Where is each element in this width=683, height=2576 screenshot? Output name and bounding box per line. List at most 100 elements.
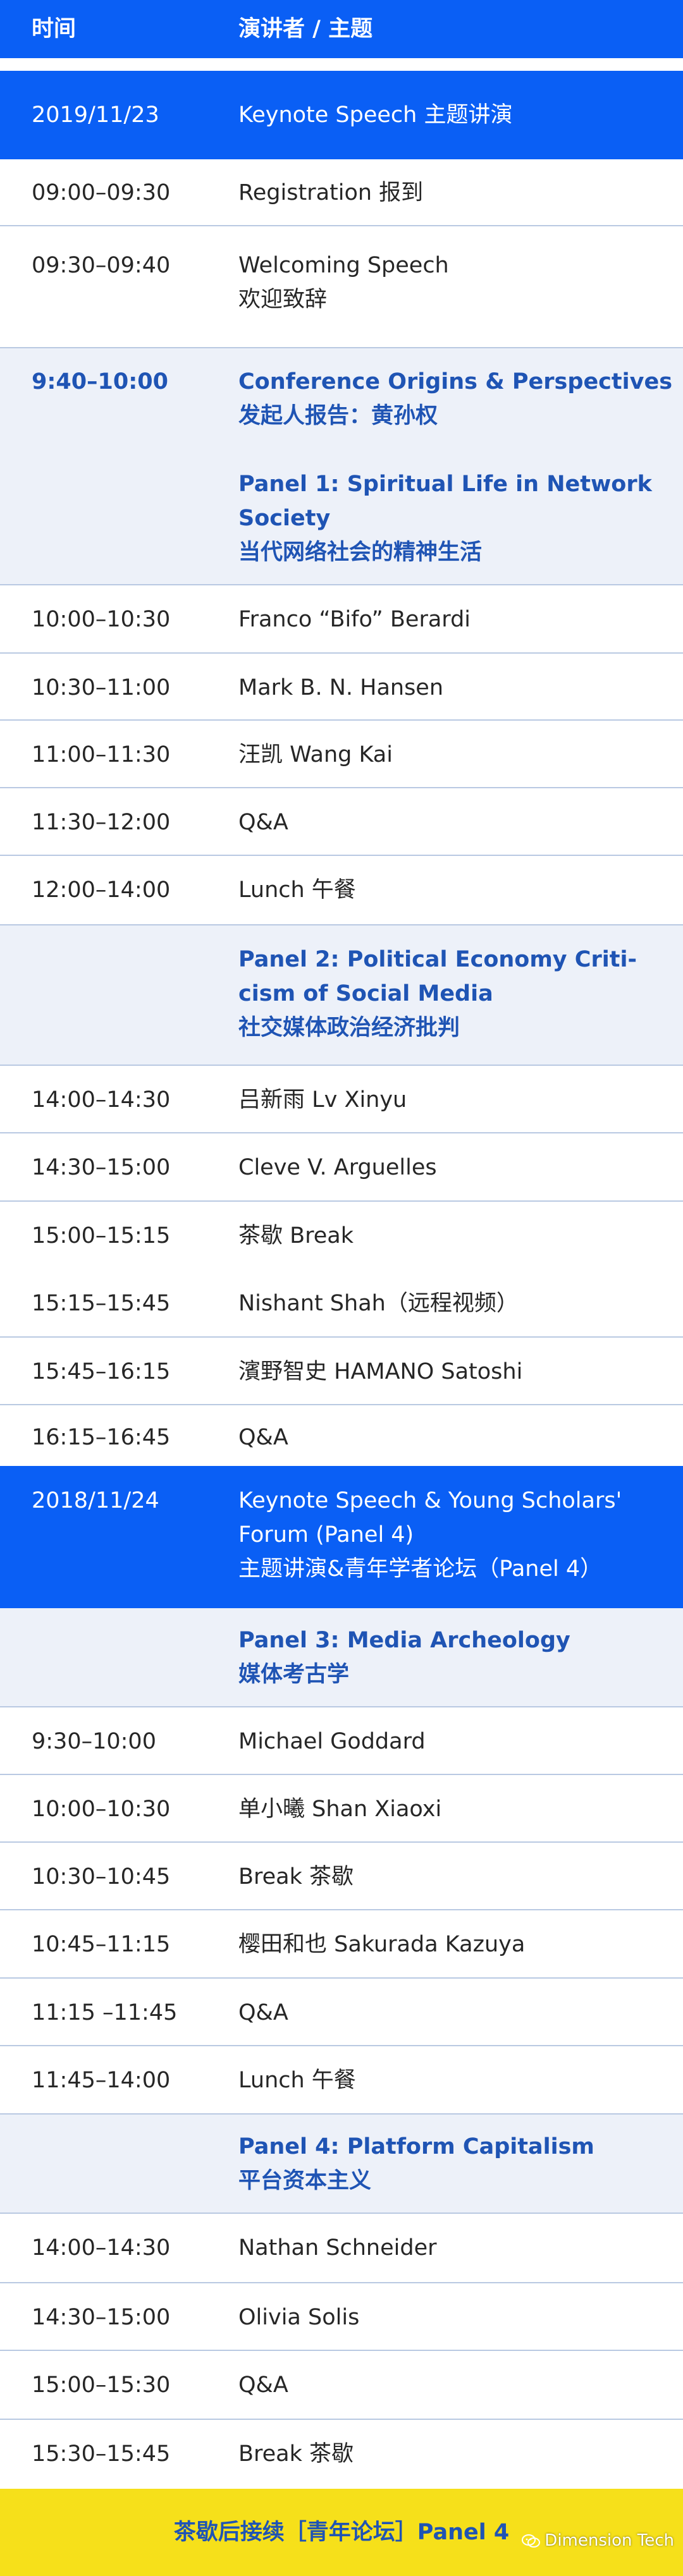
table-row: 15:45–16:15 濱野智史 HAMANO Satoshi (0, 1338, 683, 1405)
row-line: 汪凯 Wang Kai (238, 742, 393, 767)
row-time: 14:30–15:00 (32, 2305, 171, 2330)
table-row: 16:15–16:45 Q&A (0, 1405, 683, 1466)
row-line: Conference Origins & Perspectives (238, 369, 673, 394)
row-time: 15:15–15:45 (32, 1291, 171, 1316)
row-line: 媒体考古学 (238, 1662, 350, 1687)
row-speaker-topic: Mark B. N. Hansen (238, 671, 662, 705)
table-row: 09:00–09:30 Registration 报到 (0, 159, 683, 226)
row-time: 15:30–15:45 (32, 2441, 171, 2467)
row-line: Q&A (238, 810, 288, 835)
row-line: Nathan Schneider (238, 2235, 437, 2261)
row-line: Olivia Solis (238, 2305, 360, 2330)
row-line: Nishant Shah（远程视频） (238, 1291, 519, 1316)
row-speaker-topic: Keynote Speech 主题讲演 (238, 98, 662, 132)
row-line: Break 茶歇 (238, 2441, 354, 2467)
table-row: 12:00–14:00 Lunch 午餐 (0, 856, 683, 925)
row-speaker-topic: 单小曦 Shan Xiaoxi (238, 1792, 662, 1826)
row-speaker-topic: Cleve V. Arguelles (238, 1151, 662, 1185)
header-speaker-topic: 演讲者 / 主题 (238, 16, 373, 42)
row-time: 12:00–14:00 (32, 877, 171, 903)
table-row: 15:15–15:45 Nishant Shah（远程视频） (0, 1269, 683, 1338)
row-speaker-topic: Olivia Solis (238, 2300, 662, 2335)
row-line (238, 433, 662, 467)
table-row: 15:30–15:45 Break 茶歇 (0, 2420, 683, 2489)
row-line: 濱野智史 HAMANO Satoshi (238, 1359, 523, 1384)
row-speaker-topic: 汪凯 Wang Kai (238, 738, 662, 772)
row-time: 15:45–16:15 (32, 1359, 171, 1384)
row-speaker-topic: Q&A (238, 1996, 662, 2030)
row-time: 15:00–15:30 (32, 2372, 171, 2398)
row-speaker-topic: 吕新雨 Lv Xinyu (238, 1083, 662, 1117)
row-time: 16:15–16:45 (32, 1425, 171, 1450)
row-speaker-topic: Lunch 午餐 (238, 2063, 662, 2097)
row-speaker-topic: Panel 3: Media Archeology 媒体考古学 (238, 1623, 662, 1692)
table-row: 9:40–10:00 Conference Origins & Perspecti… (0, 348, 683, 585)
row-time: 09:00–09:30 (32, 180, 171, 205)
row-speaker-topic: Panel 4: Platform Capitalism 平台资本主义 (238, 2130, 662, 2198)
row-speaker-topic: 茶歇 Break (238, 1219, 662, 1253)
row-time: 14:30–15:00 (32, 1155, 171, 1180)
table-row: 14:00–14:30 吕新雨 Lv Xinyu (0, 1066, 683, 1133)
row-speaker-topic: Break 茶歇 (238, 2437, 662, 2471)
row-line: Panel 3: Media Archeology (238, 1628, 570, 1653)
table-row: 11:15 –11:45 Q&A (0, 1979, 683, 2046)
row-time: 11:30–12:00 (32, 810, 171, 835)
row-time: 9:40–10:00 (32, 369, 168, 394)
table-row: 2019/11/23 Keynote Speech 主题讲演 (0, 71, 683, 159)
table-row: 14:30–15:00 Cleve V. Arguelles (0, 1133, 683, 1202)
row-speaker-topic: Nishant Shah（远程视频） (238, 1286, 662, 1321)
header-gap (0, 58, 683, 71)
row-line: Q&A (238, 2372, 288, 2398)
row-line: 当代网络社会的精神生活 (238, 540, 483, 565)
row-time: 10:00–10:30 (32, 607, 171, 632)
row-line: Cleve V. Arguelles (238, 1155, 437, 1180)
row-line: Welcoming Speech (238, 253, 449, 278)
row-line: 发起人报告：黄孙权 (238, 403, 438, 429)
row-speaker-topic: Q&A (238, 1420, 662, 1455)
row-line: 樱田和也 Sakurada Kazuya (238, 1932, 526, 1957)
row-line: 欢迎致辞 (238, 287, 328, 312)
row-speaker-topic: Lunch 午餐 (238, 873, 662, 907)
row-line: Keynote Speech & Young Scholars' (238, 1488, 622, 1513)
row-line: Q&A (238, 2000, 288, 2025)
row-time: 11:45–14:00 (32, 2068, 171, 2093)
table-row: 10:30–11:00 Mark B. N. Hansen (0, 654, 683, 721)
row-time: 2019/11/23 (32, 102, 159, 128)
row-time: 14:00–14:30 (32, 1087, 171, 1113)
row-line: Lunch 午餐 (238, 877, 356, 903)
table-row: 9:30–10:00 Michael Goddard (0, 1707, 683, 1775)
table-row: Panel 4: Platform Capitalism 平台资本主义 (0, 2115, 683, 2214)
row-line: 茶歇 Break (238, 1223, 354, 1248)
row-speaker-topic: Franco “Bifo” Berardi (238, 602, 662, 637)
row-speaker-topic: Break 茶歇 (238, 1860, 662, 1894)
table-row: 10:30–10:45 Break 茶歇 (0, 1843, 683, 1910)
header-time: 时间 (32, 16, 77, 42)
row-speaker-topic: Registration 报到 (238, 176, 662, 210)
table-row: 10:45–11:15 樱田和也 Sakurada Kazuya (0, 1910, 683, 1979)
table-row: 2018/11/24 Keynote Speech & Young Scholar… (0, 1466, 683, 1608)
watermark-text: Dimension Tech (545, 2531, 674, 2550)
row-line: Michael Goddard (238, 1729, 426, 1754)
row-line: Registration 报到 (238, 180, 424, 205)
row-time: 14:00–14:30 (32, 2235, 171, 2261)
table-row: 10:00–10:30 单小曦 Shan Xiaoxi (0, 1775, 683, 1843)
row-line: Mark B. N. Hansen (238, 675, 444, 700)
row-speaker-topic: 樱田和也 Sakurada Kazuya (238, 1927, 662, 1962)
table-row: 14:30–15:00 Olivia Solis (0, 2283, 683, 2351)
row-speaker-topic: Nathan Schneider (238, 2231, 662, 2265)
row-time: 11:15 –11:45 (32, 2000, 178, 2025)
table-row: 11:45–14:00 Lunch 午餐 (0, 2046, 683, 2115)
row-speaker-topic: Keynote Speech & Young Scholars' Forum (P… (238, 1484, 662, 1586)
row-line: cism of Social Media (238, 981, 493, 1006)
table-row: 11:00–11:30 汪凯 Wang Kai (0, 721, 683, 788)
row-time: 11:00–11:30 (32, 742, 171, 767)
row-speaker-topic: Michael Goddard (238, 1724, 662, 1759)
row-speaker-topic: Conference Origins & Perspectives 发起人报告：黄… (238, 365, 673, 570)
row-time: 10:00–10:30 (32, 1797, 171, 1822)
table-row: 14:00–14:30 Nathan Schneider (0, 2214, 683, 2283)
row-speaker-topic: 濱野智史 HAMANO Satoshi (238, 1355, 662, 1389)
row-line: Forum (Panel 4) (238, 1522, 414, 1547)
row-line: 单小曦 Shan Xiaoxi (238, 1797, 442, 1822)
row-line: 主题讲演&青年学者论坛（Panel 4） (238, 1556, 603, 1582)
watermark: Dimension Tech (522, 2529, 674, 2553)
